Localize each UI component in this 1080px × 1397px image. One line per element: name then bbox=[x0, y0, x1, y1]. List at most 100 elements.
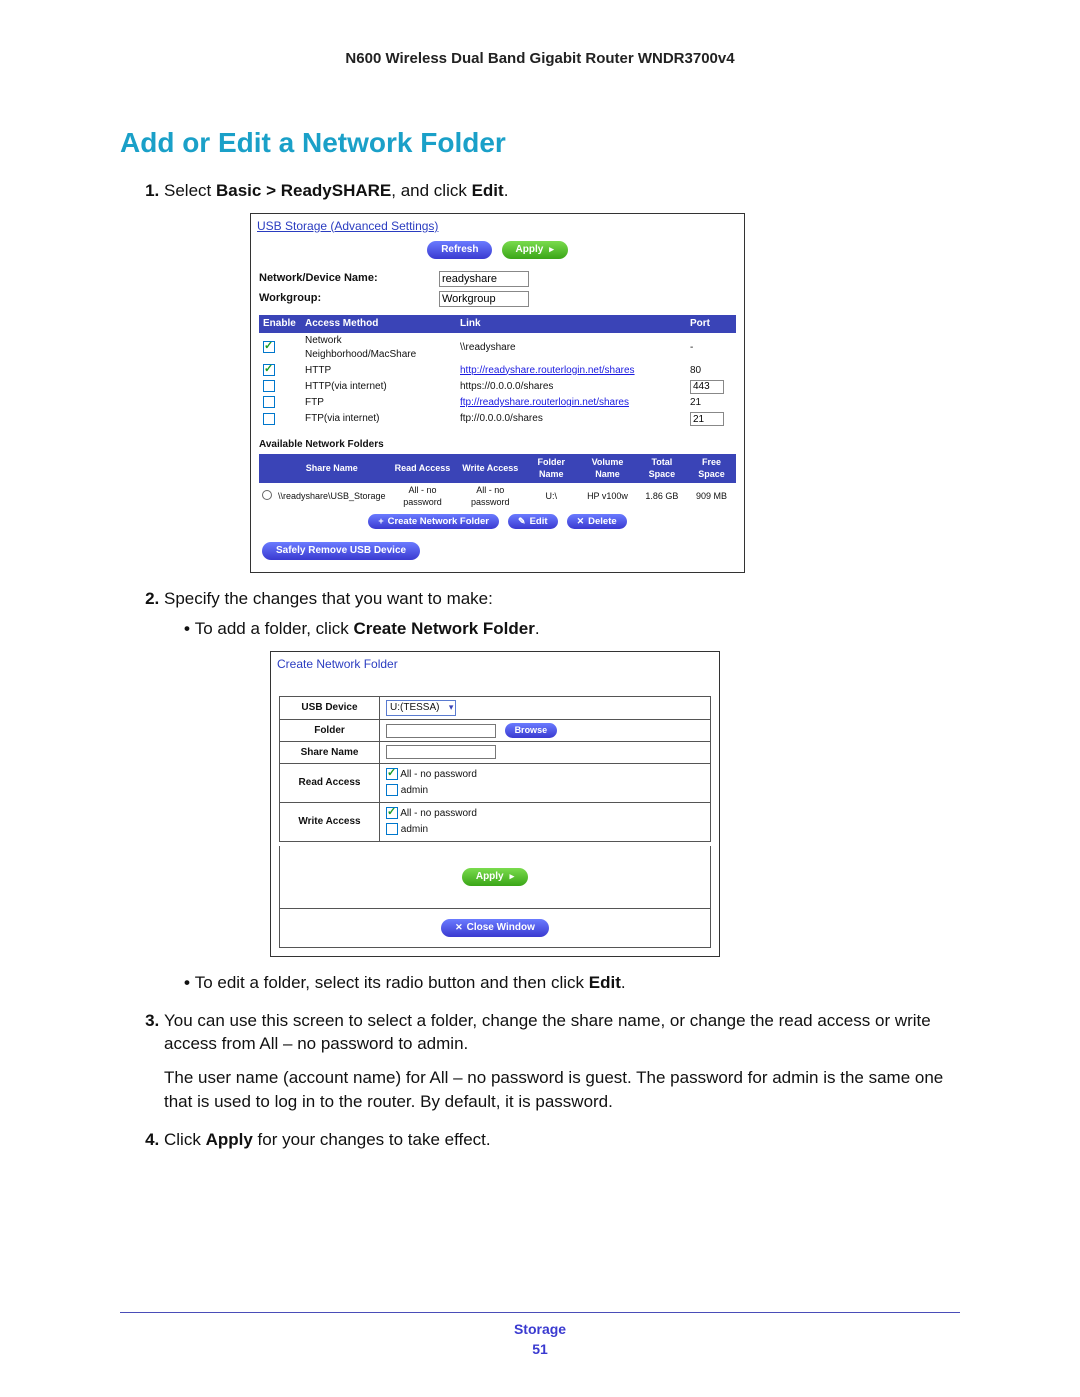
refresh-button[interactable]: Refresh bbox=[427, 241, 492, 259]
top-button-row: Refresh Apply ▸ bbox=[251, 237, 744, 269]
step-2: Specify the changes that you want to mak… bbox=[164, 587, 960, 995]
write-admin-label: admin bbox=[401, 824, 428, 835]
folder-input[interactable] bbox=[386, 724, 496, 738]
usb-device-select[interactable]: U:(TESSA) bbox=[386, 700, 456, 716]
safely-remove-button[interactable]: Safely Remove USB Device bbox=[262, 542, 420, 560]
close-label: Close Window bbox=[467, 922, 535, 933]
method-cell: HTTP bbox=[301, 363, 456, 379]
col-access-method: Access Method bbox=[301, 315, 456, 333]
read-all-checkbox[interactable] bbox=[386, 768, 398, 780]
step-3a-text: You can use this screen to select a fold… bbox=[164, 1009, 960, 1057]
col-folder-name: Folder Name bbox=[524, 454, 578, 483]
link-cell: https://0.0.0.0/shares bbox=[456, 379, 686, 396]
screenshot2-title: Create Network Folder bbox=[271, 652, 719, 675]
s4-pre: Click bbox=[164, 1130, 206, 1149]
bullet-add-folder: To add a folder, click Create Network Fo… bbox=[184, 617, 960, 957]
create-network-folder-button[interactable]: +Create Network Folder bbox=[368, 514, 499, 529]
access-method-table: Enable Access Method Link Port Network N… bbox=[259, 315, 736, 428]
link-cell-anchor[interactable]: ftp://readyshare.routerlogin.net/shares bbox=[460, 397, 629, 408]
enable-checkbox[interactable] bbox=[263, 364, 275, 376]
step-1-mid: , and click bbox=[391, 181, 471, 200]
table-row: Network Neighborhood/MacShare \\readysha… bbox=[259, 333, 736, 363]
screenshot-usb-storage: USB Storage (Advanced Settings) Refresh … bbox=[250, 213, 745, 573]
create-folder-form: USB Device U:(TESSA) Folder Browse bbox=[279, 696, 711, 841]
method-cell: FTP(via internet) bbox=[301, 411, 456, 428]
section-heading: Add or Edit a Network Folder bbox=[120, 127, 960, 159]
folder-free: 909 MB bbox=[687, 483, 736, 510]
arrow-right-icon: ▸ bbox=[510, 871, 515, 881]
workgroup-input[interactable] bbox=[439, 291, 529, 307]
share-name-input[interactable] bbox=[386, 745, 496, 759]
delete-label: Delete bbox=[588, 516, 617, 527]
port-input[interactable] bbox=[690, 380, 724, 394]
folder-label: Folder bbox=[280, 720, 380, 742]
apply-button[interactable]: Apply ▸ bbox=[502, 241, 568, 259]
b1-pre: To add a folder, click bbox=[195, 619, 354, 638]
b1-bold: Create Network Folder bbox=[353, 619, 534, 638]
b1-post: . bbox=[535, 619, 540, 638]
write-admin-checkbox[interactable] bbox=[386, 823, 398, 835]
edit-button[interactable]: ✎Edit bbox=[508, 514, 558, 529]
s4-bold: Apply bbox=[206, 1130, 253, 1149]
col-port: Port bbox=[686, 315, 736, 333]
edit-label: Edit bbox=[530, 516, 548, 527]
step-1-text: Select Basic > ReadySHARE, and click Edi… bbox=[164, 181, 508, 200]
write-all-checkbox[interactable] bbox=[386, 807, 398, 819]
table-row: HTTP(via internet) https://0.0.0.0/share… bbox=[259, 379, 736, 396]
col-select bbox=[259, 454, 275, 483]
step-1-post: . bbox=[504, 181, 509, 200]
step-4: Click Apply for your changes to take eff… bbox=[164, 1128, 960, 1152]
step-1-nav-bold: Basic > ReadySHARE bbox=[216, 181, 391, 200]
screenshot-title: USB Storage (Advanced Settings) bbox=[251, 214, 744, 237]
browse-button[interactable]: Browse bbox=[505, 723, 558, 738]
port-cell: 80 bbox=[686, 363, 736, 379]
apply-button-2[interactable]: Apply▸ bbox=[462, 868, 528, 886]
col-total-space: Total Space bbox=[637, 454, 687, 483]
table-row: FTP(via internet) ftp://0.0.0.0/shares bbox=[259, 411, 736, 428]
table-row: HTTP http://readyshare.routerlogin.net/s… bbox=[259, 363, 736, 379]
footer-category: Storage bbox=[0, 1321, 1080, 1337]
close-window-button[interactable]: ✕ Close Window bbox=[441, 919, 549, 937]
folder-share-name: \\readyshare\USB_Storage bbox=[275, 483, 389, 510]
link-cell: ftp://0.0.0.0/shares bbox=[456, 411, 686, 428]
col-read-access: Read Access bbox=[389, 454, 457, 483]
close-row: ✕ Close Window bbox=[279, 909, 711, 948]
delete-button[interactable]: ✕Delete bbox=[567, 514, 627, 529]
port-input[interactable] bbox=[690, 412, 724, 426]
folder-total: 1.86 GB bbox=[637, 483, 687, 510]
step-2-text: Specify the changes that you want to mak… bbox=[164, 589, 493, 608]
folder-actions-row: +Create Network Folder ✎Edit ✕Delete bbox=[251, 512, 744, 534]
folder-name: U:\ bbox=[524, 483, 578, 510]
step-3: You can use this screen to select a fold… bbox=[164, 1009, 960, 1114]
apply-button-label: Apply bbox=[516, 244, 544, 255]
b2-post: . bbox=[621, 973, 626, 992]
enable-checkbox[interactable] bbox=[263, 396, 275, 408]
available-folders-label: Available Network Folders bbox=[251, 432, 744, 452]
enable-checkbox[interactable] bbox=[263, 380, 275, 392]
folder-read: All - no password bbox=[389, 483, 457, 510]
col-enable: Enable bbox=[259, 315, 301, 333]
step-1-edit-bold: Edit bbox=[472, 181, 504, 200]
close-icon: ✕ bbox=[455, 921, 463, 934]
read-admin-checkbox[interactable] bbox=[386, 784, 398, 796]
b2-bold: Edit bbox=[589, 973, 621, 992]
step-3b-text: The user name (account name) for All – n… bbox=[164, 1066, 960, 1114]
col-share-name: Share Name bbox=[275, 454, 389, 483]
read-all-label: All - no password bbox=[400, 769, 477, 780]
folder-radio[interactable] bbox=[262, 490, 272, 500]
enable-checkbox[interactable] bbox=[263, 341, 275, 353]
port-cell: - bbox=[686, 333, 736, 363]
write-all-label: All - no password bbox=[400, 808, 477, 819]
create-nf-label: Create Network Folder bbox=[388, 516, 489, 527]
link-cell: \\readyshare bbox=[456, 333, 686, 363]
share-name-label: Share Name bbox=[280, 742, 380, 764]
network-device-name-input[interactable] bbox=[439, 271, 529, 287]
col-write-access: Write Access bbox=[456, 454, 524, 483]
link-cell-anchor[interactable]: http://readyshare.routerlogin.net/shares bbox=[460, 365, 635, 376]
method-cell: HTTP(via internet) bbox=[301, 379, 456, 396]
page-footer: Storage 51 bbox=[0, 1312, 1080, 1357]
folder-write: All - no password bbox=[456, 483, 524, 510]
arrow-right-icon: ▸ bbox=[549, 244, 554, 254]
enable-checkbox[interactable] bbox=[263, 413, 275, 425]
write-access-label: Write Access bbox=[280, 802, 380, 841]
